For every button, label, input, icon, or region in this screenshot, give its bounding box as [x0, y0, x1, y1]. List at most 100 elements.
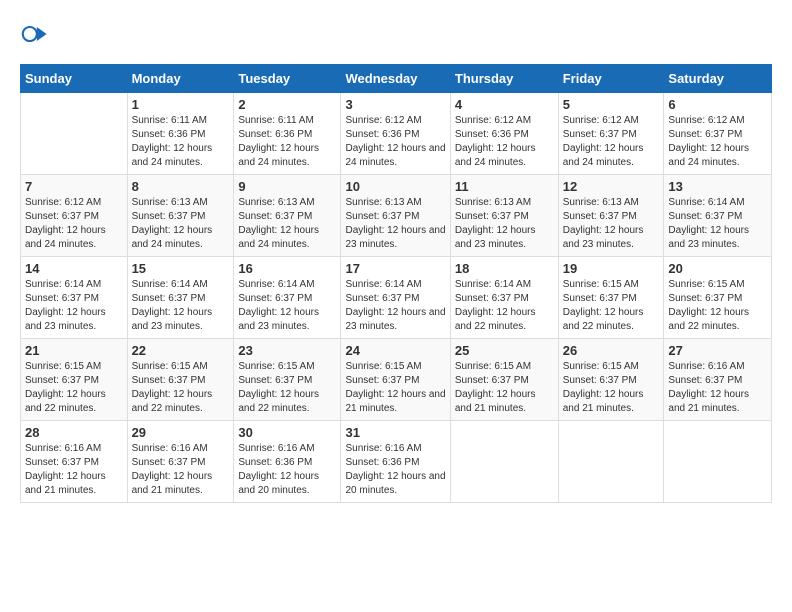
day-info: Sunrise: 6:13 AMSunset: 6:37 PMDaylight:…: [455, 196, 554, 252]
calendar-cell: 23 Sunrise: 6:15 AMSunset: 6:37 PMDaylig…: [234, 339, 341, 421]
day-info: Sunrise: 6:12 AMSunset: 6:37 PMDaylight:…: [668, 114, 767, 170]
calendar-cell: 8 Sunrise: 6:13 AMSunset: 6:37 PMDayligh…: [127, 175, 234, 257]
day-info: Sunrise: 6:16 AMSunset: 6:37 PMDaylight:…: [25, 442, 123, 498]
calendar-cell: 29 Sunrise: 6:16 AMSunset: 6:37 PMDaylig…: [127, 421, 234, 503]
day-info: Sunrise: 6:12 AMSunset: 6:37 PMDaylight:…: [25, 196, 123, 252]
calendar-cell: 14 Sunrise: 6:14 AMSunset: 6:37 PMDaylig…: [21, 257, 128, 339]
day-number: 16: [238, 261, 336, 276]
calendar-cell: 20 Sunrise: 6:15 AMSunset: 6:37 PMDaylig…: [664, 257, 772, 339]
day-info: Sunrise: 6:12 AMSunset: 6:37 PMDaylight:…: [563, 114, 660, 170]
calendar-cell: 2 Sunrise: 6:11 AMSunset: 6:36 PMDayligh…: [234, 93, 341, 175]
day-number: 2: [238, 97, 336, 112]
calendar-cell: 13 Sunrise: 6:14 AMSunset: 6:37 PMDaylig…: [664, 175, 772, 257]
day-number: 19: [563, 261, 660, 276]
calendar-cell: 12 Sunrise: 6:13 AMSunset: 6:37 PMDaylig…: [558, 175, 664, 257]
calendar-cell: 28 Sunrise: 6:16 AMSunset: 6:37 PMDaylig…: [21, 421, 128, 503]
day-number: 25: [455, 343, 554, 358]
day-number: 28: [25, 425, 123, 440]
day-info: Sunrise: 6:16 AMSunset: 6:36 PMDaylight:…: [238, 442, 336, 498]
day-info: Sunrise: 6:15 AMSunset: 6:37 PMDaylight:…: [668, 278, 767, 334]
calendar-cell: 30 Sunrise: 6:16 AMSunset: 6:36 PMDaylig…: [234, 421, 341, 503]
day-info: Sunrise: 6:14 AMSunset: 6:37 PMDaylight:…: [668, 196, 767, 252]
day-number: 10: [345, 179, 445, 194]
day-info: Sunrise: 6:15 AMSunset: 6:37 PMDaylight:…: [132, 360, 230, 416]
calendar-cell: [558, 421, 664, 503]
day-number: 13: [668, 179, 767, 194]
day-number: 30: [238, 425, 336, 440]
day-number: 12: [563, 179, 660, 194]
calendar-cell: 19 Sunrise: 6:15 AMSunset: 6:37 PMDaylig…: [558, 257, 664, 339]
day-info: Sunrise: 6:13 AMSunset: 6:37 PMDaylight:…: [238, 196, 336, 252]
day-number: 27: [668, 343, 767, 358]
calendar-cell: 6 Sunrise: 6:12 AMSunset: 6:37 PMDayligh…: [664, 93, 772, 175]
calendar-week-row: 21 Sunrise: 6:15 AMSunset: 6:37 PMDaylig…: [21, 339, 772, 421]
calendar-cell: 15 Sunrise: 6:14 AMSunset: 6:37 PMDaylig…: [127, 257, 234, 339]
day-number: 31: [345, 425, 445, 440]
day-info: Sunrise: 6:15 AMSunset: 6:37 PMDaylight:…: [25, 360, 123, 416]
calendar-cell: 11 Sunrise: 6:13 AMSunset: 6:37 PMDaylig…: [450, 175, 558, 257]
calendar-week-row: 7 Sunrise: 6:12 AMSunset: 6:37 PMDayligh…: [21, 175, 772, 257]
day-number: 3: [345, 97, 445, 112]
calendar-cell: 17 Sunrise: 6:14 AMSunset: 6:37 PMDaylig…: [341, 257, 450, 339]
calendar-cell: [21, 93, 128, 175]
calendar-cell: 22 Sunrise: 6:15 AMSunset: 6:37 PMDaylig…: [127, 339, 234, 421]
calendar-header-row: SundayMondayTuesdayWednesdayThursdayFrid…: [21, 65, 772, 93]
day-info: Sunrise: 6:14 AMSunset: 6:37 PMDaylight:…: [25, 278, 123, 334]
calendar-cell: 10 Sunrise: 6:13 AMSunset: 6:37 PMDaylig…: [341, 175, 450, 257]
calendar-cell: 1 Sunrise: 6:11 AMSunset: 6:36 PMDayligh…: [127, 93, 234, 175]
weekday-header: Monday: [127, 65, 234, 93]
day-number: 23: [238, 343, 336, 358]
day-info: Sunrise: 6:16 AMSunset: 6:37 PMDaylight:…: [668, 360, 767, 416]
calendar-cell: 18 Sunrise: 6:14 AMSunset: 6:37 PMDaylig…: [450, 257, 558, 339]
day-info: Sunrise: 6:11 AMSunset: 6:36 PMDaylight:…: [238, 114, 336, 170]
day-info: Sunrise: 6:15 AMSunset: 6:37 PMDaylight:…: [563, 278, 660, 334]
page-header: [20, 20, 772, 48]
day-info: Sunrise: 6:16 AMSunset: 6:37 PMDaylight:…: [132, 442, 230, 498]
calendar-cell: 3 Sunrise: 6:12 AMSunset: 6:36 PMDayligh…: [341, 93, 450, 175]
weekday-header: Saturday: [664, 65, 772, 93]
day-number: 24: [345, 343, 445, 358]
calendar-cell: 27 Sunrise: 6:16 AMSunset: 6:37 PMDaylig…: [664, 339, 772, 421]
day-number: 17: [345, 261, 445, 276]
calendar-cell: 16 Sunrise: 6:14 AMSunset: 6:37 PMDaylig…: [234, 257, 341, 339]
day-info: Sunrise: 6:13 AMSunset: 6:37 PMDaylight:…: [132, 196, 230, 252]
calendar-cell: 5 Sunrise: 6:12 AMSunset: 6:37 PMDayligh…: [558, 93, 664, 175]
weekday-header: Friday: [558, 65, 664, 93]
calendar-cell: [450, 421, 558, 503]
logo: [20, 20, 50, 48]
day-info: Sunrise: 6:11 AMSunset: 6:36 PMDaylight:…: [132, 114, 230, 170]
day-number: 15: [132, 261, 230, 276]
calendar-cell: 4 Sunrise: 6:12 AMSunset: 6:36 PMDayligh…: [450, 93, 558, 175]
day-number: 5: [563, 97, 660, 112]
day-number: 1: [132, 97, 230, 112]
calendar-cell: 25 Sunrise: 6:15 AMSunset: 6:37 PMDaylig…: [450, 339, 558, 421]
day-info: Sunrise: 6:15 AMSunset: 6:37 PMDaylight:…: [345, 360, 445, 416]
day-number: 7: [25, 179, 123, 194]
day-number: 26: [563, 343, 660, 358]
day-info: Sunrise: 6:14 AMSunset: 6:37 PMDaylight:…: [238, 278, 336, 334]
day-number: 22: [132, 343, 230, 358]
day-info: Sunrise: 6:14 AMSunset: 6:37 PMDaylight:…: [345, 278, 445, 334]
day-number: 29: [132, 425, 230, 440]
weekday-header: Thursday: [450, 65, 558, 93]
calendar-table: SundayMondayTuesdayWednesdayThursdayFrid…: [20, 64, 772, 503]
day-number: 18: [455, 261, 554, 276]
day-info: Sunrise: 6:14 AMSunset: 6:37 PMDaylight:…: [455, 278, 554, 334]
day-info: Sunrise: 6:12 AMSunset: 6:36 PMDaylight:…: [455, 114, 554, 170]
day-info: Sunrise: 6:14 AMSunset: 6:37 PMDaylight:…: [132, 278, 230, 334]
day-number: 11: [455, 179, 554, 194]
calendar-cell: [664, 421, 772, 503]
calendar-cell: 21 Sunrise: 6:15 AMSunset: 6:37 PMDaylig…: [21, 339, 128, 421]
day-number: 8: [132, 179, 230, 194]
calendar-week-row: 28 Sunrise: 6:16 AMSunset: 6:37 PMDaylig…: [21, 421, 772, 503]
day-number: 21: [25, 343, 123, 358]
calendar-cell: 9 Sunrise: 6:13 AMSunset: 6:37 PMDayligh…: [234, 175, 341, 257]
day-number: 4: [455, 97, 554, 112]
logo-icon: [20, 20, 48, 48]
day-info: Sunrise: 6:15 AMSunset: 6:37 PMDaylight:…: [455, 360, 554, 416]
weekday-header: Wednesday: [341, 65, 450, 93]
day-info: Sunrise: 6:15 AMSunset: 6:37 PMDaylight:…: [238, 360, 336, 416]
day-number: 6: [668, 97, 767, 112]
day-number: 9: [238, 179, 336, 194]
day-info: Sunrise: 6:13 AMSunset: 6:37 PMDaylight:…: [563, 196, 660, 252]
